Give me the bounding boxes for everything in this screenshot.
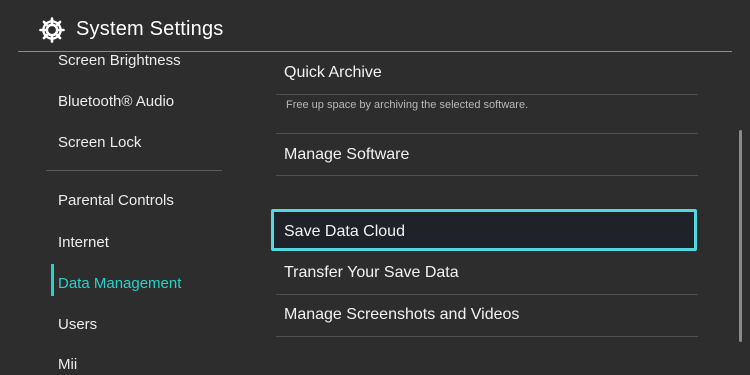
gear-icon (39, 17, 65, 43)
row-divider (276, 336, 698, 337)
scrollbar[interactable] (739, 130, 742, 342)
menu-item-manage-screenshots-videos[interactable]: Manage Screenshots and Videos (284, 306, 519, 324)
sidebar-item-mii[interactable]: Mii (58, 356, 77, 373)
row-divider (276, 94, 698, 95)
quick-archive-description: Free up space by archiving the selected … (286, 99, 529, 111)
page-title: System Settings (76, 18, 224, 40)
header-bar: System Settings (0, 0, 750, 52)
sidebar-item-users[interactable]: Users (58, 316, 97, 333)
row-divider (276, 133, 698, 134)
sidebar-item-parental-controls[interactable]: Parental Controls (58, 192, 174, 209)
menu-item-quick-archive[interactable]: Quick Archive (284, 64, 382, 82)
sidebar-item-bluetooth-audio[interactable]: Bluetooth® Audio (58, 93, 174, 110)
active-indicator (51, 264, 54, 296)
menu-item-manage-software[interactable]: Manage Software (284, 146, 409, 164)
sidebar-item-screen-brightness[interactable]: Screen Brightness (58, 52, 181, 69)
menu-item-transfer-save-data[interactable]: Transfer Your Save Data (284, 264, 459, 282)
sidebar-item-data-management[interactable]: Data Management (58, 275, 181, 292)
sidebar-item-screen-lock[interactable]: Screen Lock (58, 134, 141, 151)
sidebar-divider (46, 170, 222, 171)
row-divider (276, 294, 698, 295)
menu-item-save-data-cloud[interactable]: Save Data Cloud (284, 223, 405, 241)
row-divider (276, 175, 698, 176)
sidebar-item-internet[interactable]: Internet (58, 234, 109, 251)
